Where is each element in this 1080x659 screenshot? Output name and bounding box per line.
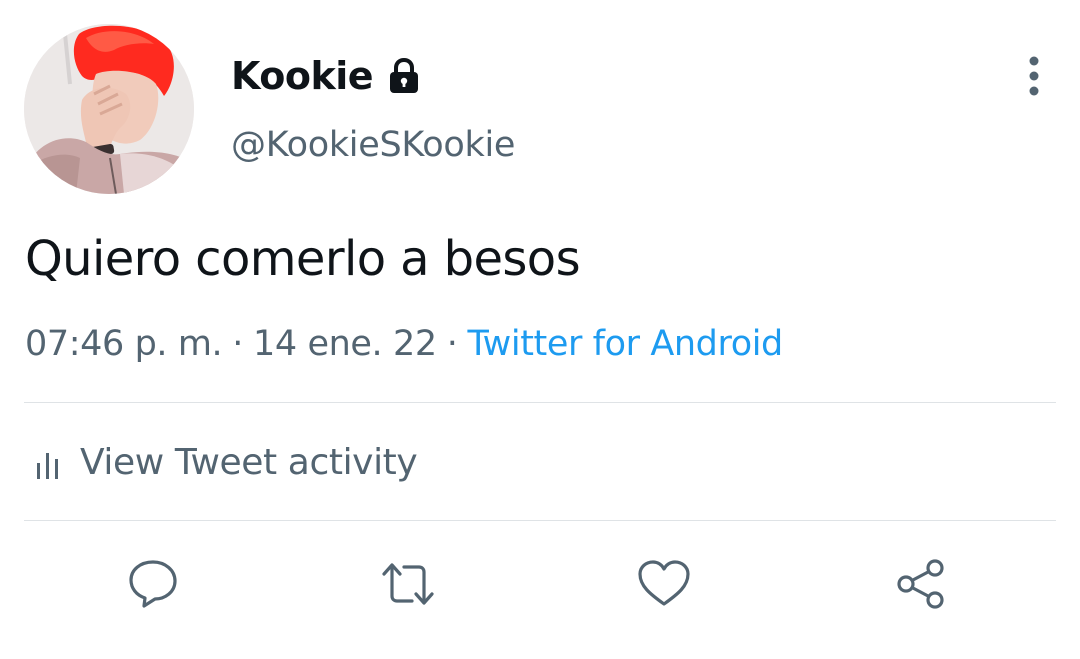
tweet-source-link[interactable]: Twitter for Android (467, 324, 783, 364)
divider (24, 402, 1056, 403)
bar-chart-icon (34, 447, 62, 479)
avatar-photo (24, 24, 194, 194)
share-button[interactable] (893, 558, 949, 610)
view-tweet-activity-button[interactable]: View Tweet activity (34, 440, 418, 486)
heart-icon (638, 560, 690, 606)
retweet-button[interactable] (380, 558, 436, 610)
display-name-row[interactable]: Kookie (231, 52, 421, 100)
tweet-text: Quiero comerlo a besos (25, 231, 581, 287)
more-options-icon[interactable] (1014, 54, 1054, 98)
tweet-time[interactable]: 07:46 p. m. (25, 324, 223, 364)
user-handle[interactable]: @KookieSKookie (231, 122, 515, 168)
meta-separator: · (446, 324, 458, 364)
view-tweet-activity-label: View Tweet activity (80, 442, 418, 483)
reply-button[interactable] (125, 558, 181, 610)
tweet-meta: 07:46 p. m. · 14 ene. 22 · Twitter for Andro… (25, 321, 783, 367)
lock-icon (387, 57, 421, 95)
reply-icon (129, 560, 177, 608)
divider (24, 520, 1056, 521)
tweet-date[interactable]: 14 ene. 22 (253, 324, 437, 364)
tweet-detail: Kookie @KookieSKookie Quiero comerlo a b… (0, 0, 1080, 659)
avatar[interactable] (24, 24, 194, 194)
like-button[interactable] (636, 558, 692, 610)
display-name[interactable]: Kookie (231, 52, 374, 100)
meta-separator: · (232, 324, 244, 364)
share-icon (897, 559, 944, 609)
retweet-icon (382, 563, 434, 605)
